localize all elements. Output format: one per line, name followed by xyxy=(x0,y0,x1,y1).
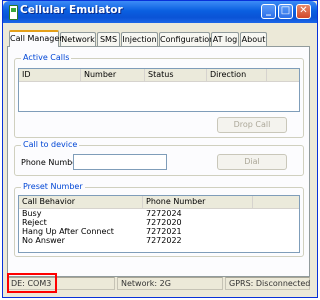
tab-sms[interactable]: SMS xyxy=(97,32,120,46)
status-network: Network: 2G xyxy=(117,277,223,290)
close-button[interactable]: ✕ xyxy=(296,4,311,19)
dial-button[interactable]: Dial xyxy=(217,154,287,170)
preset-header: Call Behavior Phone Number xyxy=(19,196,299,209)
column-id[interactable]: ID xyxy=(19,69,81,81)
active-calls-group: Active Calls ID Number Status Direction … xyxy=(14,53,304,138)
preset-number: 7272022 xyxy=(146,236,182,245)
call-manager-panel: Active Calls ID Number Status Direction … xyxy=(7,46,310,277)
tab-network[interactable]: Network xyxy=(60,32,96,46)
drop-call-button[interactable]: Drop Call xyxy=(217,117,287,133)
window-title: Cellular Emulator xyxy=(20,4,123,16)
column-direction[interactable]: Direction xyxy=(207,69,267,81)
preset-number-group: Preset Number Call Behavior Phone Number… xyxy=(14,182,304,257)
emulator-window: Cellular Emulator _ □ ✕ Call Manager Net… xyxy=(2,0,318,298)
preset-number: 7272024 xyxy=(146,209,182,218)
preset-number-title: Preset Number xyxy=(21,182,85,191)
status-gprs: GPRS: Disconnected xyxy=(225,277,310,290)
preset-row[interactable]: Reject 7272020 xyxy=(19,218,299,227)
minimize-button[interactable]: _ xyxy=(261,4,276,19)
tab-injection[interactable]: Injection xyxy=(121,32,158,46)
column-status[interactable]: Status xyxy=(145,69,207,81)
preset-row[interactable]: Hang Up After Connect 7272021 xyxy=(19,227,299,236)
title-bar[interactable]: Cellular Emulator _ □ ✕ xyxy=(3,1,317,23)
preset-number: 7272020 xyxy=(146,218,182,227)
phone-number-input[interactable] xyxy=(73,154,167,170)
maximize-button[interactable]: □ xyxy=(278,4,293,19)
active-calls-header: ID Number Status Direction xyxy=(19,69,299,82)
column-call-behavior[interactable]: Call Behavior xyxy=(19,196,143,208)
preset-behavior: Hang Up After Connect xyxy=(22,227,114,236)
column-number[interactable]: Number xyxy=(81,69,145,81)
tab-call-manager[interactable]: Call Manager xyxy=(9,30,63,47)
preset-behavior: Busy xyxy=(22,209,42,218)
preset-row[interactable]: Busy 7272024 xyxy=(19,209,299,218)
preset-behavior: No Answer xyxy=(22,236,65,245)
preset-row[interactable]: No Answer 7272022 xyxy=(19,236,299,245)
call-to-device-title: Call to device xyxy=(21,140,80,149)
preset-behavior: Reject xyxy=(22,218,47,227)
port-highlight-box xyxy=(7,273,57,293)
preset-number-list[interactable]: Call Behavior Phone Number Busy 7272024 … xyxy=(18,195,300,253)
active-calls-list[interactable]: ID Number Status Direction xyxy=(18,68,300,112)
column-phone-number[interactable]: Phone Number xyxy=(143,196,253,208)
phone-app-icon xyxy=(9,5,18,20)
tab-about[interactable]: About xyxy=(240,32,267,46)
call-to-device-group: Call to device Phone Number: Dial xyxy=(14,140,304,176)
tab-configuration[interactable]: Configuration xyxy=(159,32,214,46)
active-calls-title: Active Calls xyxy=(21,53,72,62)
tab-at-log[interactable]: AT log xyxy=(211,32,239,46)
preset-number: 7272021 xyxy=(146,227,182,236)
